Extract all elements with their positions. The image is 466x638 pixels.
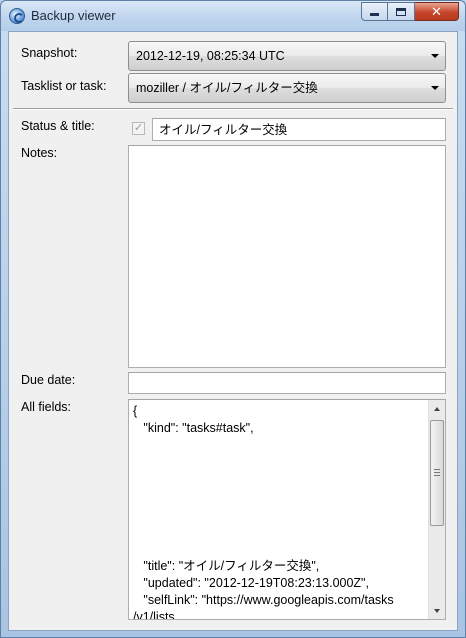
checkmark-icon: ✓ <box>133 122 144 134</box>
snapshot-select[interactable]: 2012-12-19, 08:25:34 UTC <box>128 41 446 71</box>
due-date-label: Due date: <box>21 373 76 387</box>
title-field[interactable]: オイル/フィルター交換 <box>152 118 446 141</box>
close-button[interactable]: ✕ <box>415 2 459 21</box>
scroll-down-button[interactable] <box>429 602 445 619</box>
minimize-icon <box>370 13 379 16</box>
minimize-button[interactable] <box>361 2 388 21</box>
maximize-icon <box>396 7 406 16</box>
backup-app-icon <box>9 8 25 24</box>
status-title-label: Status & title: <box>21 119 95 133</box>
due-date-field[interactable] <box>128 372 446 394</box>
task-select[interactable]: moziller / オイル/フィルター交換 <box>128 73 446 103</box>
scroll-down-icon <box>434 608 440 613</box>
task-label: Tasklist or task: <box>21 79 107 93</box>
scroll-thumb[interactable] <box>430 420 444 526</box>
maximize-button[interactable] <box>388 2 415 21</box>
chevron-down-icon <box>431 86 439 90</box>
all-fields-text: { "kind": "tasks#task", "title": "オイル/フィ… <box>133 404 394 620</box>
section-divider <box>13 108 453 110</box>
task-value: moziller / オイル/フィルター交換 <box>136 81 318 95</box>
snapshot-label: Snapshot: <box>21 46 78 60</box>
scroll-up-button[interactable] <box>429 400 445 417</box>
snapshot-value: 2012-12-19, 08:25:34 UTC <box>136 49 285 63</box>
notes-label: Notes: <box>21 146 58 160</box>
all-fields-label: All fields: <box>21 400 72 414</box>
all-fields-textarea[interactable]: { "kind": "tasks#task", "title": "オイル/フィ… <box>128 399 446 620</box>
grip-icon <box>434 469 440 476</box>
app-window: Backup viewer ✕ Snapshot: 2012-12-19, 08… <box>0 0 466 638</box>
scroll-up-icon <box>434 406 440 411</box>
chevron-down-icon <box>431 54 439 58</box>
caption-buttons: ✕ <box>361 2 459 21</box>
status-checkbox[interactable]: ✓ <box>132 122 145 135</box>
client-area: Snapshot: 2012-12-19, 08:25:34 UTC Taskl… <box>8 31 458 631</box>
close-icon: ✕ <box>431 3 442 19</box>
title-bar[interactable]: Backup viewer ✕ <box>1 1 465 31</box>
notes-field[interactable] <box>128 145 446 368</box>
vertical-scrollbar[interactable] <box>428 400 445 619</box>
window-title: Backup viewer <box>31 8 116 23</box>
